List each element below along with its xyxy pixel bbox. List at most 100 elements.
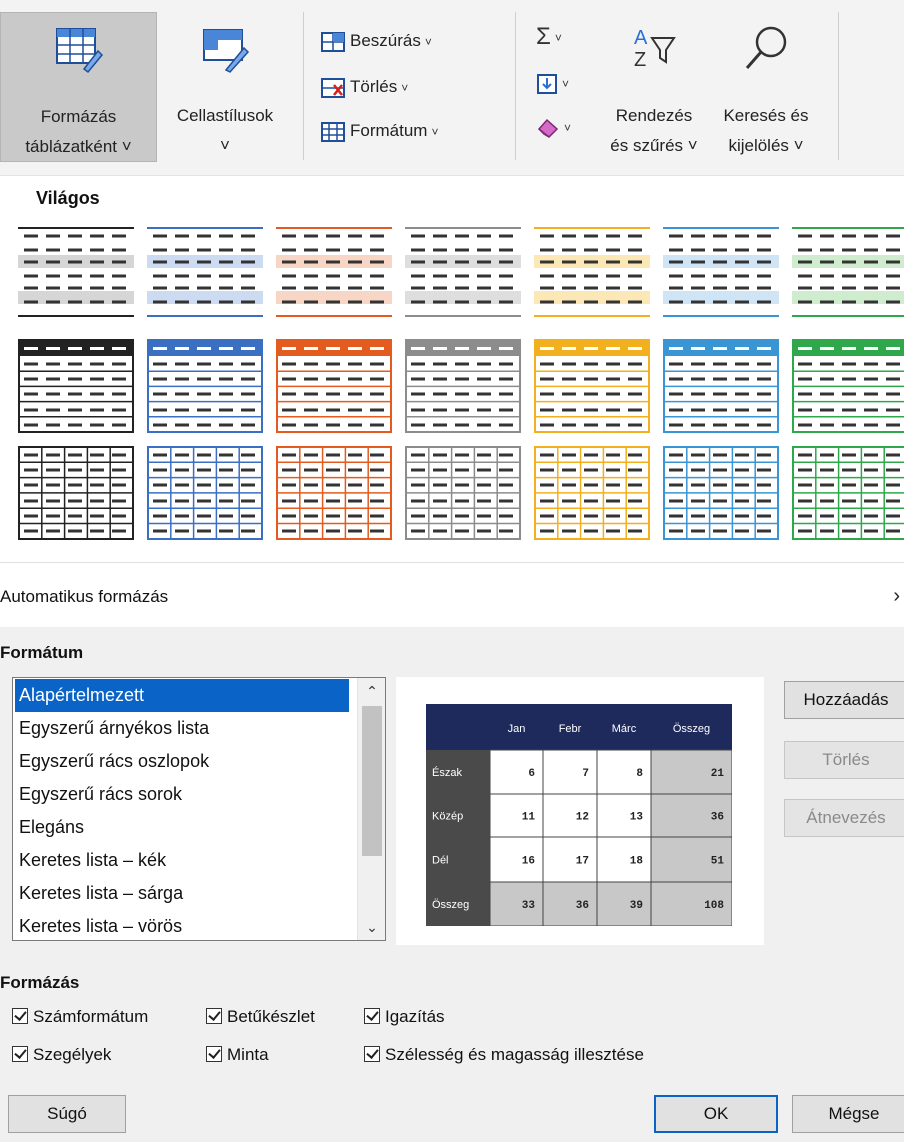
format-list-item[interactable]: Alapértelmezett <box>15 679 349 712</box>
font-checkbox[interactable]: Betűkészlet <box>206 1005 315 1029</box>
add-button[interactable]: Hozzáadás <box>784 681 904 719</box>
scroll-thumb[interactable] <box>362 706 382 856</box>
table-style-icon <box>405 446 521 540</box>
table-style-icon <box>147 227 263 317</box>
checkbox-checked-icon <box>12 1046 28 1062</box>
format-as-table-button[interactable]: Formázás táblázatként ˅ <box>0 12 157 162</box>
preview-table: Jan Febr Márc Összeg Észak 6 7 8 21 Közép 11 12 13 36… <box>426 704 732 926</box>
rename-button[interactable]: Átnevezés <box>784 799 904 837</box>
table-style-thumbnail[interactable] <box>792 446 904 542</box>
table-style-icon <box>534 446 650 540</box>
pattern-label: Minta <box>227 1045 269 1064</box>
table-style-thumbnail[interactable] <box>663 339 779 435</box>
table-style-icon <box>663 339 779 433</box>
borders-checkbox[interactable]: Szegélyek <box>12 1043 111 1067</box>
insert-button[interactable]: Beszúrás ˅ <box>320 26 432 56</box>
table-style-icon <box>792 227 904 317</box>
sort-filter-button[interactable]: A Z Rendezés és szűrés ˅ <box>600 12 708 162</box>
preview-cell-value: 18 <box>630 856 644 868</box>
table-style-thumbnail[interactable] <box>276 446 392 542</box>
close-icon[interactable]: › <box>893 585 900 608</box>
table-style-thumbnail[interactable] <box>663 224 779 320</box>
checkbox-checked-icon <box>206 1046 222 1062</box>
table-style-thumbnail[interactable] <box>792 339 904 435</box>
help-button-label: Súgó <box>47 1104 87 1123</box>
table-style-icon <box>534 339 650 433</box>
delete-format-button[interactable]: Törlés <box>784 741 904 779</box>
table-style-thumbnail[interactable] <box>276 339 392 435</box>
scroll-down-icon[interactable]: ⌄ <box>358 914 385 940</box>
format-list-item[interactable]: Egyszerű rács sorok <box>19 778 182 811</box>
table-style-thumbnail[interactable] <box>18 339 134 435</box>
preview-cell-value: 7 <box>582 768 589 780</box>
cell-styles-button[interactable]: Cellastílusok ˅ <box>160 12 290 162</box>
preview-cell <box>489 793 544 838</box>
borders-label: Szegélyek <box>33 1045 112 1064</box>
table-style-thumbnail[interactable] <box>147 224 263 320</box>
table-style-thumbnail[interactable] <box>405 446 521 542</box>
cell-styles-icon <box>203 29 250 73</box>
format-list[interactable]: Alapértelmezett Egyszerű árnyékos lista Eg… <box>12 677 386 941</box>
pattern-checkbox[interactable]: Minta <box>206 1043 269 1067</box>
format-list-item[interactable]: Keretes lista – vörös <box>19 910 182 940</box>
list-scrollbar[interactable]: ⌃ ⌄ <box>357 678 385 940</box>
ok-button[interactable]: OK <box>654 1095 778 1133</box>
table-style-thumbnail[interactable] <box>147 339 263 435</box>
table-style-thumbnail[interactable] <box>534 446 650 542</box>
table-style-thumbnail[interactable] <box>147 446 263 542</box>
table-style-thumbnail[interactable] <box>405 224 521 320</box>
table-style-thumbnail[interactable] <box>276 224 392 320</box>
cancel-button[interactable]: Mégse <box>792 1095 904 1133</box>
table-style-icon <box>276 446 392 540</box>
preview-row-label: Észak <box>432 766 462 779</box>
eraser-icon <box>537 118 559 138</box>
preview-cell-value: 8 <box>636 768 643 780</box>
preview-header-cell: Márc <box>612 723 637 735</box>
table-style-thumbnail[interactable] <box>534 339 650 435</box>
format-list-item[interactable]: Keretes lista – kék <box>19 844 166 877</box>
alignment-checkbox[interactable]: Igazítás <box>364 1005 445 1029</box>
alignment-label: Igazítás <box>385 1007 445 1026</box>
preview-cell <box>489 881 544 926</box>
scroll-up-icon[interactable]: ⌃ <box>358 678 385 704</box>
format-list-item[interactable]: Egyszerű rács oszlopok <box>19 745 209 778</box>
autosum-button[interactable]: Σ ˅ <box>536 22 562 53</box>
delete-label: Törlés <box>350 77 398 96</box>
table-style-icon <box>405 339 521 433</box>
chevron-down-icon: ˅ <box>562 76 570 91</box>
help-button[interactable]: Súgó <box>8 1095 126 1133</box>
table-style-icon <box>792 446 904 540</box>
preview-row-label: Összeg <box>432 899 469 911</box>
preview-cell-value: 13 <box>630 812 644 824</box>
cell-styles-label: Cellastílusok <box>176 106 274 125</box>
table-style-thumbnail[interactable] <box>792 224 904 320</box>
fill-button[interactable]: ˅ <box>536 68 569 99</box>
table-style-thumbnail[interactable] <box>18 224 134 320</box>
find-select-label-2: kijelölés ˅ <box>728 136 804 155</box>
number-format-checkbox[interactable]: Számformátum <box>12 1005 148 1029</box>
checkbox-checked-icon <box>206 1008 222 1024</box>
preview-header-cell: Febr <box>559 723 582 735</box>
table-style-thumbnail[interactable] <box>18 446 134 542</box>
autofit-checkbox[interactable]: Szélesség és magasság illesztése <box>364 1043 644 1067</box>
clear-button[interactable]: ˅ <box>536 112 571 143</box>
preview-cell-value: 36 <box>711 812 724 824</box>
format-list-item[interactable]: Egyszerű árnyékos lista <box>19 712 209 745</box>
table-style-thumbnail[interactable] <box>405 339 521 435</box>
table-style-thumbnail[interactable] <box>534 224 650 320</box>
ribbon-separator <box>303 12 304 160</box>
sort-filter-label-2: és szűrés ˅ <box>610 136 698 155</box>
delete-button[interactable]: Törlés ˅ <box>320 72 408 102</box>
find-select-button[interactable]: Keresés és kijelölés ˅ <box>710 12 822 162</box>
chevron-down-icon: ˅ <box>424 34 432 49</box>
table-style-icon <box>18 339 134 433</box>
preview-cell-value: 21 <box>711 768 725 780</box>
table-style-thumbnail[interactable] <box>663 446 779 542</box>
format-list-item[interactable]: Elegáns <box>19 811 84 844</box>
chevron-down-icon: ˅ <box>564 120 572 135</box>
table-style-icon <box>276 339 392 433</box>
table-style-icon <box>147 339 263 433</box>
format-button[interactable]: Formátum ˅ <box>320 116 438 146</box>
format-list-item[interactable]: Keretes lista – sárga <box>19 877 183 910</box>
gallery-section-title: Világos <box>36 188 100 208</box>
